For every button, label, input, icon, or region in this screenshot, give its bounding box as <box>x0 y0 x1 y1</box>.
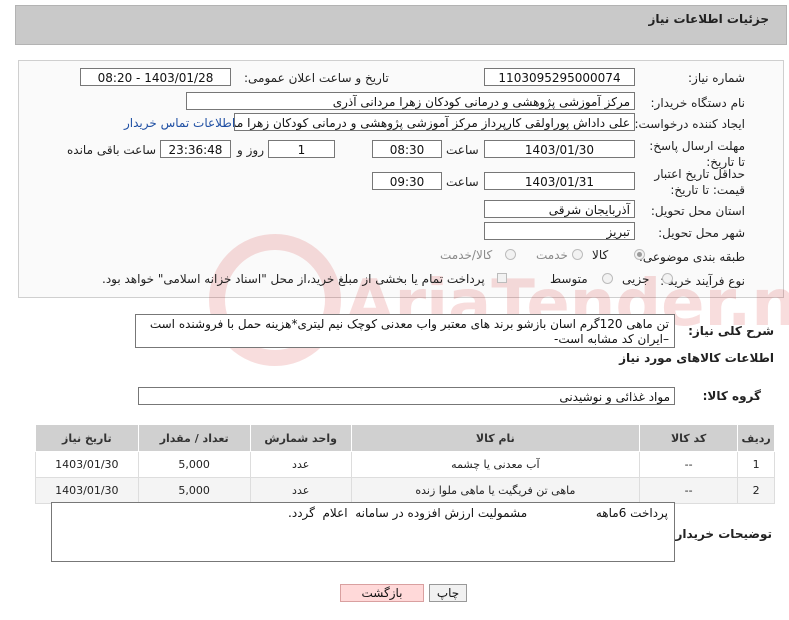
purchase-minor-radio[interactable] <box>662 273 673 284</box>
requester-label: ایجاد کننده درخواست: <box>634 117 745 131</box>
row-index: 2 <box>737 477 775 504</box>
requester-field: علی داداش پوراولقی کارپرداز مرکز آموزشی … <box>234 113 635 131</box>
category-goods-service-label: کالا/خدمت <box>440 248 493 262</box>
announce-label: تاریخ و ساعت اعلان عمومی: <box>244 71 389 85</box>
table-row: 2 -- ماهی تن فریگیت یا ماهی ملوا زنده عد… <box>35 477 775 504</box>
days-label: روز و <box>237 143 264 157</box>
category-goods-label: کالا <box>592 248 609 262</box>
print-button[interactable]: چاپ <box>429 584 467 602</box>
province-field: آذربایجان شرقی <box>484 200 635 218</box>
row-qty: 5,000 <box>137 451 251 478</box>
reply-time-field: 08:30 <box>372 140 442 158</box>
goods-table-header: ردیف کد کالا نام کالا واحد شمارش تعداد /… <box>35 424 775 452</box>
buyer-org-field: مرکز آموزشی پژوهشی و درمانی کودکان زهرا … <box>186 92 635 110</box>
purchase-medium-radio[interactable] <box>602 273 613 284</box>
col-date: تاریخ نیاز <box>35 424 139 452</box>
city-field: تبریز <box>484 222 635 240</box>
row-code: -- <box>639 477 739 504</box>
reply-hour-label: ساعت <box>446 143 479 157</box>
description-textarea[interactable]: تن ماهی 120گرم اسان بازشو برند های معتبر… <box>135 314 675 348</box>
buyer-notes-textarea[interactable]: پرداخت 6ماهه مشمولیت ارزش افزوده در ساما… <box>51 502 675 562</box>
price-deadline-label: حداقل تاریخ اعتبار قیمت: تا تاریخ: <box>654 167 745 197</box>
description-label: شرح کلی نیاز: <box>688 324 774 338</box>
col-unit: واحد شمارش <box>249 424 352 452</box>
category-goods-radio[interactable] <box>634 249 645 260</box>
province-label: استان محل تحویل: <box>650 204 745 218</box>
reply-date-field: 1403/01/30 <box>484 140 635 158</box>
purchase-minor-label: جزیی <box>622 272 650 286</box>
remaining-label: ساعت باقی مانده <box>67 143 157 157</box>
row-date: 1403/01/30 <box>35 451 139 478</box>
category-goods-service-radio[interactable] <box>505 249 516 260</box>
row-index: 1 <box>737 451 775 478</box>
row-code: -- <box>639 451 739 478</box>
col-qty: تعداد / مقدار <box>137 424 251 452</box>
row-unit: عدد <box>249 477 352 504</box>
col-index: ردیف <box>737 424 775 452</box>
buyer-notes-label: توضیحات خریدار: <box>670 527 772 541</box>
goods-section-title: اطلاعات کالاهای مورد نیاز <box>619 351 774 365</box>
table-row: 1 -- آب معدنی یا چشمه عدد 5,000 1403/01/… <box>35 451 775 478</box>
row-date: 1403/01/30 <box>35 477 139 504</box>
col-code: کد کالا <box>639 424 739 452</box>
treasury-payment-checkbox[interactable] <box>497 273 507 283</box>
days-field: 1 <box>268 140 335 158</box>
need-number-label: شماره نیاز: <box>688 71 745 85</box>
buyer-org-label: نام دستگاه خریدار: <box>650 96 746 110</box>
category-service-label: خدمت <box>536 248 568 262</box>
price-hour-label: ساعت <box>446 175 479 189</box>
row-unit: عدد <box>249 451 352 478</box>
goods-group-label: گروه کالا: <box>702 389 761 403</box>
contact-info-link[interactable]: اطلاعات تماس خریدار <box>124 116 235 130</box>
price-date-field: 1403/01/31 <box>484 172 635 190</box>
row-name: ماهی تن فریگیت یا ماهی ملوا زنده <box>350 477 641 504</box>
page-title: جزئیات اطلاعات نیاز <box>648 12 769 26</box>
goods-table: ردیف کد کالا نام کالا واحد شمارش تعداد /… <box>35 424 775 504</box>
category-label: طبقه بندی موضوعی: <box>638 250 745 264</box>
back-button[interactable]: بازگشت <box>340 584 424 602</box>
col-name: نام کالا <box>350 424 641 452</box>
city-label: شهر محل تحویل: <box>658 226 745 240</box>
need-number-field: 1103095295000074 <box>484 68 635 86</box>
treasury-payment-note: پرداخت تمام یا بخشی از مبلغ خرید،از محل … <box>102 272 485 286</box>
purchase-type-label: نوع فرآیند خرید : <box>660 274 745 288</box>
category-service-radio[interactable] <box>572 249 583 260</box>
goods-group-field: مواد غذائی و نوشیدنی <box>138 387 675 405</box>
price-time-field: 09:30 <box>372 172 442 190</box>
remaining-time-field: 23:36:48 <box>160 140 231 158</box>
row-name: آب معدنی یا چشمه <box>350 451 641 478</box>
purchase-medium-label: متوسط <box>550 272 588 286</box>
row-qty: 5,000 <box>137 477 251 504</box>
announce-field: 1403/01/28 - 08:20 <box>80 68 231 86</box>
